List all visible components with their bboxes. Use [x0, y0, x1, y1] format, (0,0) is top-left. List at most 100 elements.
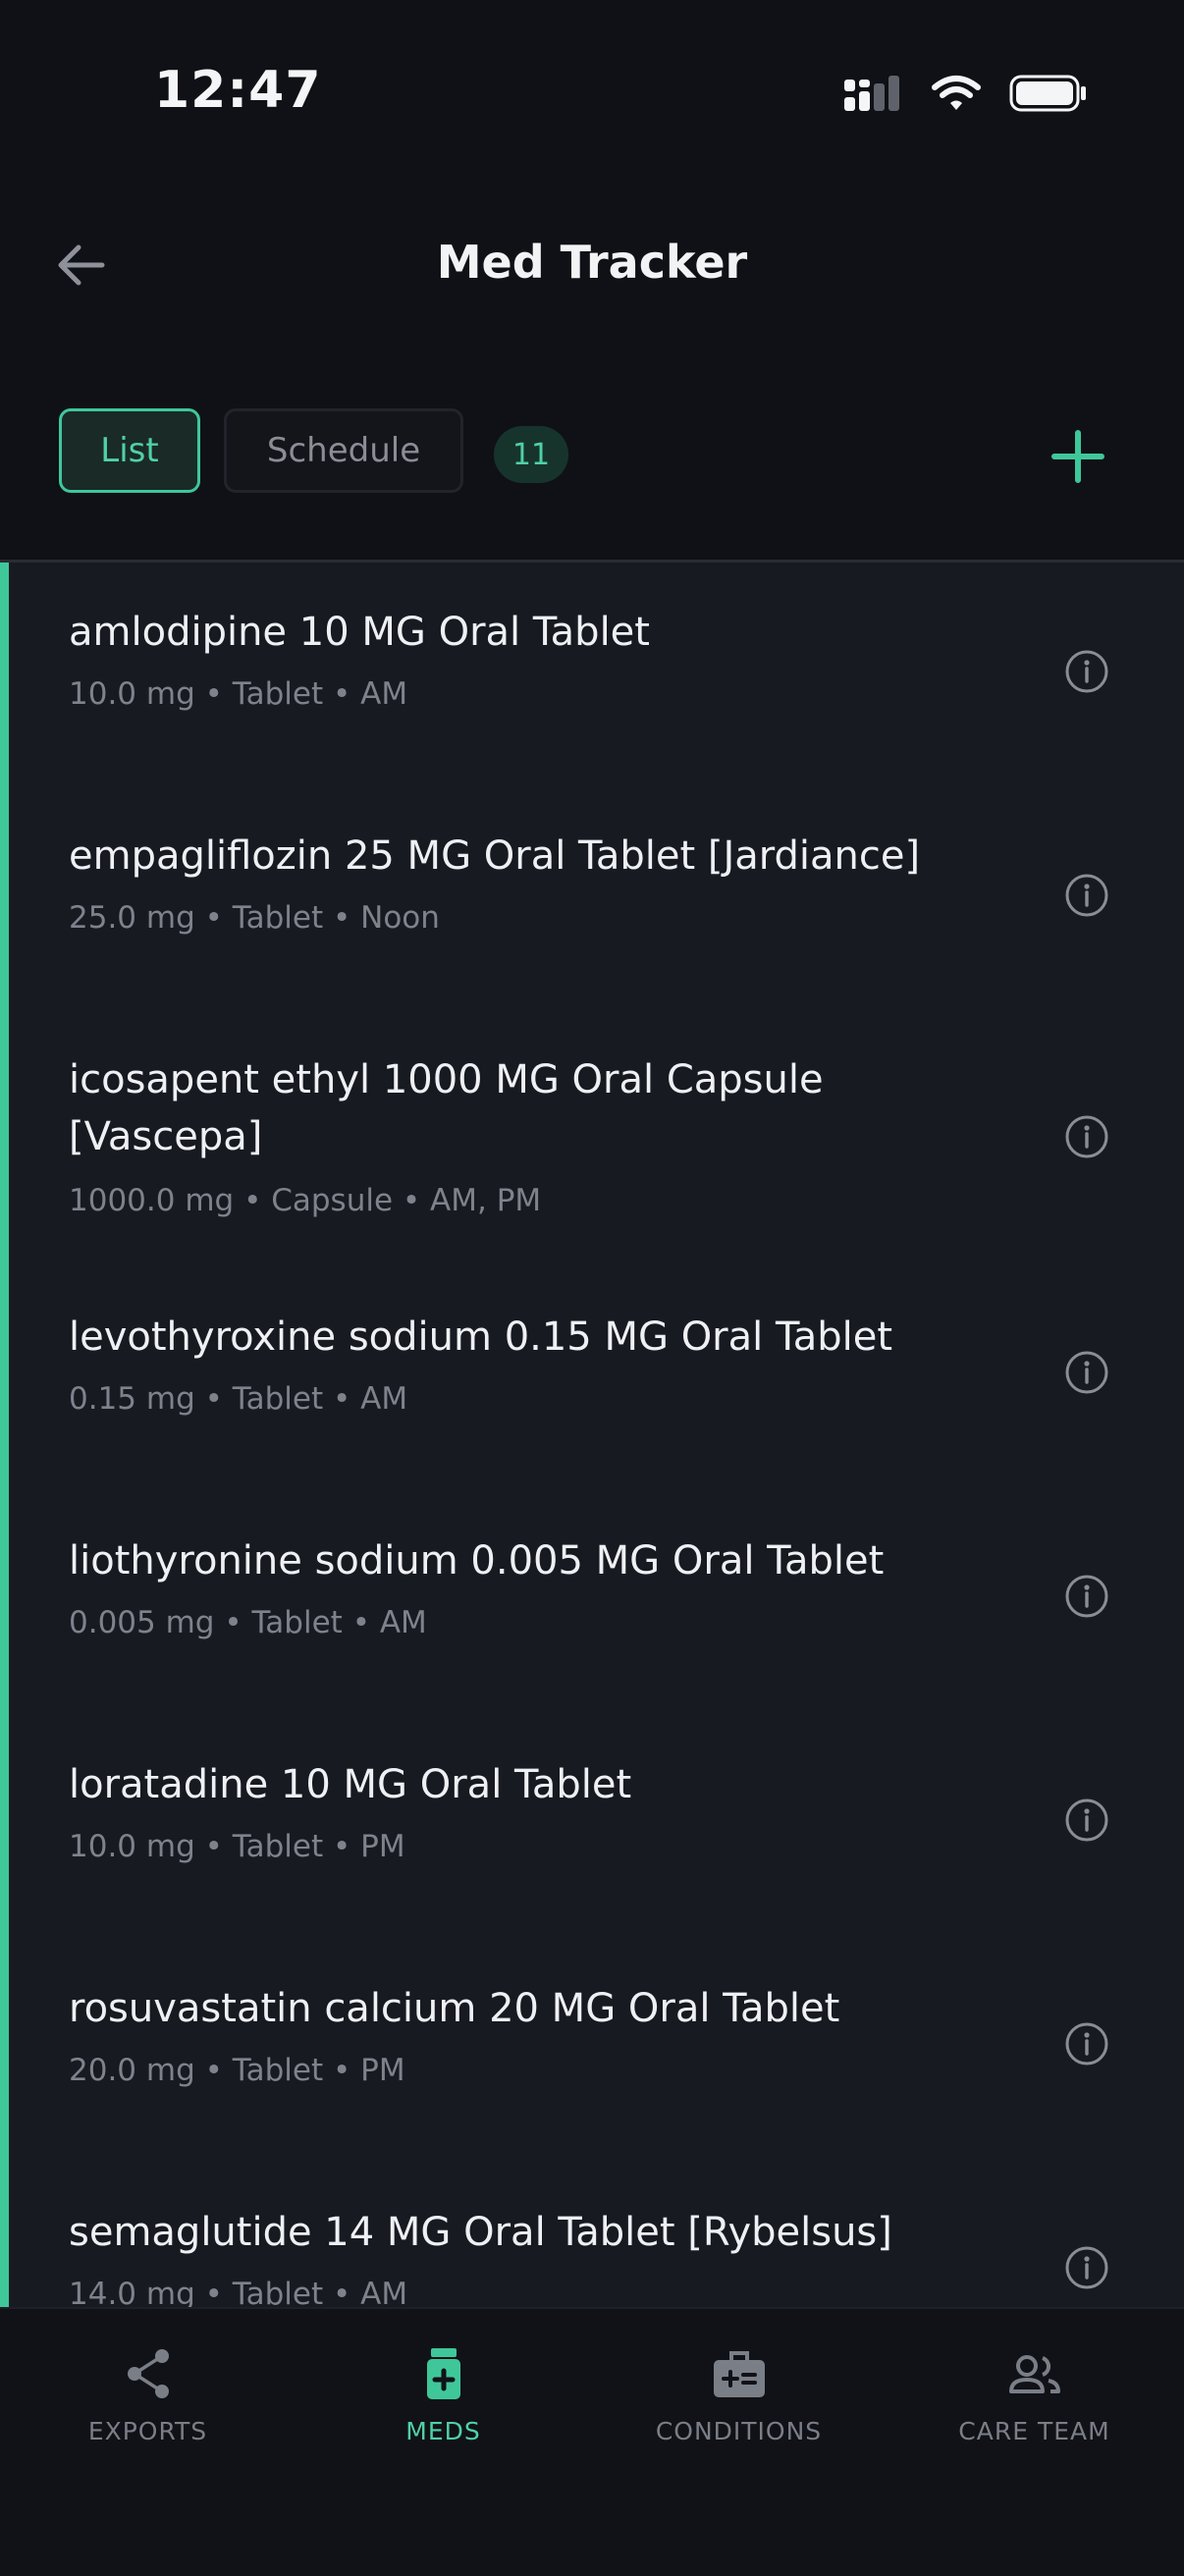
med-dose: 0.15 mg: [69, 1381, 195, 1417]
med-list-item[interactable]: amlodipine 10 MG Oral Tablet 10.0 mg • T…: [0, 563, 1184, 786]
separator-dot: •: [204, 900, 223, 936]
med-details: 20.0 mg • Tablet • PM: [69, 2053, 405, 2088]
info-icon[interactable]: [1064, 2021, 1109, 2066]
med-list-item[interactable]: icosapent ethyl 1000 MG Oral Capsule [Va…: [0, 1010, 1184, 1267]
med-dose: 20.0 mg: [69, 2053, 195, 2088]
medical-kit-icon: [713, 2351, 765, 2397]
med-details: 0.15 mg • Tablet • AM: [69, 1381, 407, 1417]
separator-dot: •: [332, 676, 351, 712]
med-name: levothyroxine sodium 0.15 MG Oral Tablet: [69, 1315, 893, 1360]
separator-dot: •: [332, 2277, 351, 2307]
page-title: Med Tracker: [436, 236, 748, 289]
med-list-item[interactable]: liothyronine sodium 0.005 MG Oral Tablet…: [0, 1491, 1184, 1715]
tab-schedule-label: Schedule: [266, 431, 421, 470]
med-list-item[interactable]: levothyroxine sodium 0.15 MG Oral Tablet…: [0, 1267, 1184, 1491]
medication-list[interactable]: amlodipine 10 MG Oral Tablet 10.0 mg • T…: [0, 563, 1184, 2307]
separator-dot: •: [332, 900, 351, 936]
share-icon: [127, 2349, 169, 2398]
medication-count-badge: 11: [494, 426, 568, 483]
med-details: 14.0 mg • Tablet • AM: [69, 2277, 407, 2307]
med-details: 0.005 mg • Tablet • AM: [69, 1605, 427, 1640]
med-name: loratadine 10 MG Oral Tablet: [69, 1762, 632, 1807]
nav-label-meds: MEDS: [405, 2417, 481, 2445]
wifi-icon: [932, 76, 981, 110]
med-time: PM: [360, 2053, 405, 2088]
nav-item-exports[interactable]: EXPORTS: [0, 2344, 296, 2472]
med-details: 25.0 mg • Tablet • Noon: [69, 900, 440, 936]
med-name: empagliflozin 25 MG Oral Tablet [Jardian…: [69, 833, 921, 879]
separator-dot: •: [332, 1381, 351, 1417]
info-icon[interactable]: [1064, 873, 1109, 918]
separator-dot: •: [332, 1829, 351, 1864]
separator-dot: •: [332, 2053, 351, 2088]
med-form: Tablet: [232, 900, 324, 936]
battery-icon: [1009, 75, 1086, 112]
med-form: Tablet: [251, 1605, 343, 1640]
med-time: AM: [360, 676, 408, 712]
separator-dot: •: [402, 1183, 421, 1218]
status-time: 12:47: [154, 61, 322, 120]
separator-dot: •: [204, 1381, 223, 1417]
info-icon[interactable]: [1064, 2245, 1109, 2290]
nav-item-care-team[interactable]: CARE TEAM: [887, 2344, 1182, 2472]
med-time: AM: [379, 1605, 427, 1640]
separator-dot: •: [204, 676, 223, 712]
med-time: AM: [360, 1381, 408, 1417]
med-time: AM, PM: [430, 1183, 542, 1218]
med-time: PM: [360, 1829, 405, 1864]
status-bar: 12:47: [0, 0, 1184, 187]
cellular-signal-icon: [844, 76, 899, 111]
med-name: semaglutide 14 MG Oral Tablet [Rybelsus]: [69, 2210, 892, 2255]
med-list-item[interactable]: empagliflozin 25 MG Oral Tablet [Jardian…: [0, 786, 1184, 1010]
med-name: icosapent ethyl 1000 MG Oral Capsule [Va…: [69, 1057, 824, 1159]
nav-label-exports: EXPORTS: [87, 2417, 208, 2445]
people-icon: [1008, 2355, 1060, 2393]
info-icon[interactable]: [1064, 1114, 1109, 1159]
med-dose: 10.0 mg: [69, 1829, 195, 1864]
separator-dot: •: [243, 1183, 262, 1218]
info-icon[interactable]: [1064, 1574, 1109, 1619]
tab-list[interactable]: List: [59, 408, 200, 493]
bottom-nav: EXPORTS MEDS CONDITIONS CARE TEAM: [0, 2307, 1184, 2576]
med-name: amlodipine 10 MG Oral Tablet: [69, 610, 650, 655]
med-details: 10.0 mg • Tablet • PM: [69, 1829, 405, 1864]
med-form: Tablet: [232, 676, 324, 712]
med-list-item[interactable]: loratadine 10 MG Oral Tablet 10.0 mg • T…: [0, 1715, 1184, 1939]
info-icon[interactable]: [1064, 1350, 1109, 1395]
nav-item-meds[interactable]: MEDS: [296, 2344, 591, 2472]
separator-dot: •: [204, 2277, 223, 2307]
status-icons: [842, 74, 1088, 113]
med-time: AM: [360, 2277, 408, 2307]
med-name: rosuvastatin calcium 20 MG Oral Tablet: [69, 1986, 840, 2031]
info-icon[interactable]: [1064, 1798, 1109, 1843]
med-dose: 14.0 mg: [69, 2277, 195, 2307]
tab-list-label: List: [100, 431, 159, 470]
add-medication-icon[interactable]: [1049, 427, 1107, 486]
med-details: 1000.0 mg • Capsule • AM, PM: [69, 1183, 541, 1218]
separator-dot: •: [204, 2053, 223, 2088]
info-icon[interactable]: [1064, 649, 1109, 694]
med-form: Tablet: [232, 2053, 324, 2088]
med-form: Capsule: [271, 1183, 394, 1218]
med-details: 10.0 mg • Tablet • AM: [69, 676, 407, 712]
tab-schedule[interactable]: Schedule: [224, 408, 463, 493]
toolbar: List Schedule 11: [0, 402, 1184, 510]
medicine-bottle-icon: [426, 2348, 460, 2399]
med-dose: 10.0 mg: [69, 676, 195, 712]
separator-dot: •: [351, 1605, 370, 1640]
med-time: Noon: [360, 900, 440, 936]
header: Med Tracker: [0, 187, 1184, 344]
nav-label-care-team: CARE TEAM: [958, 2417, 1110, 2445]
med-form: Tablet: [232, 2277, 324, 2307]
nav-item-conditions[interactable]: CONDITIONS: [591, 2344, 887, 2472]
med-list-item[interactable]: semaglutide 14 MG Oral Tablet [Rybelsus]…: [0, 2163, 1184, 2307]
separator-dot: •: [224, 1605, 242, 1640]
separator-dot: •: [204, 1829, 223, 1864]
med-name: liothyronine sodium 0.005 MG Oral Tablet: [69, 1538, 885, 1583]
med-dose: 25.0 mg: [69, 900, 195, 936]
med-list-item[interactable]: rosuvastatin calcium 20 MG Oral Tablet 2…: [0, 1939, 1184, 2163]
med-form: Tablet: [232, 1829, 324, 1864]
med-form: Tablet: [232, 1381, 324, 1417]
nav-label-conditions: CONDITIONS: [655, 2417, 823, 2445]
med-dose: 1000.0 mg: [69, 1183, 235, 1218]
